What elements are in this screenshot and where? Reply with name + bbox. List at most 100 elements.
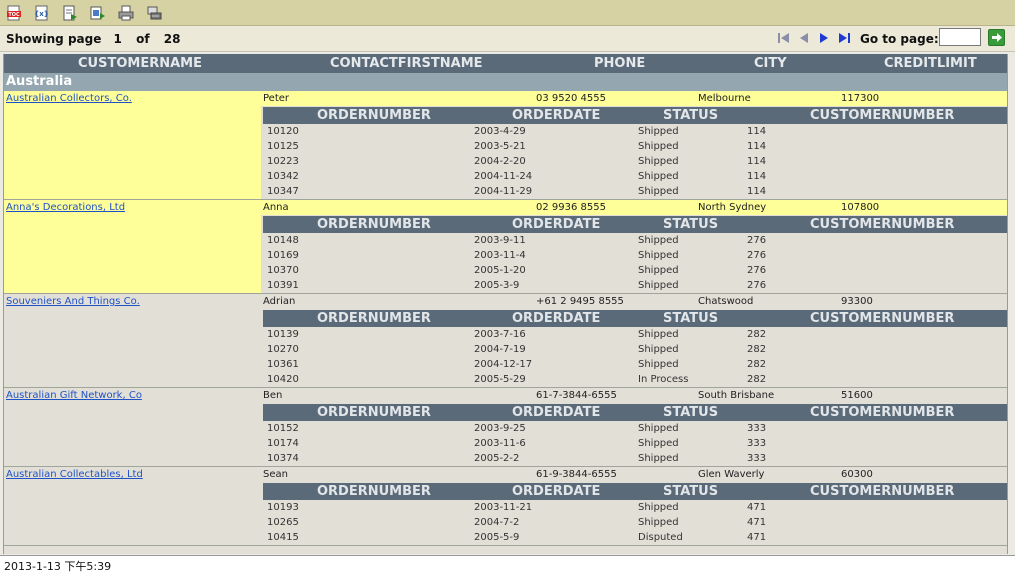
export-data-icon[interactable]: {x} bbox=[34, 5, 50, 21]
order-row: 10370 2005-1-20 Shipped 276 bbox=[263, 263, 1007, 278]
customer-name-cell: Australian Collectors, Co. bbox=[4, 91, 261, 199]
order-row: 10415 2005-5-9 Disputed 471 bbox=[263, 530, 1007, 545]
customer-city: Melbourne bbox=[698, 93, 751, 104]
customer-contact: Anna bbox=[263, 202, 289, 213]
footer: 2013-1-13 下午5:39 bbox=[0, 555, 1015, 576]
order-row: 10361 2004-12-17 Shipped 282 bbox=[263, 357, 1007, 372]
customer-block: Australian Gift Network, Co Ben 61-7-3844-… bbox=[4, 388, 1007, 467]
order-num: 10374 bbox=[267, 453, 299, 464]
order-cust: 114 bbox=[747, 126, 767, 137]
print-icon[interactable] bbox=[118, 5, 134, 21]
header-creditlimit: CREDITLIMIT bbox=[884, 56, 977, 71]
order-date: 2005-5-9 bbox=[474, 532, 520, 543]
customer-contact: Peter bbox=[263, 93, 290, 104]
order-row: 10391 2005-3-9 Shipped 276 bbox=[263, 278, 1007, 293]
order-header-ordernumber: ORDERNUMBER bbox=[317, 217, 431, 232]
order-num: 10420 bbox=[267, 374, 299, 385]
customer-credit: 60300 bbox=[841, 469, 873, 480]
goto-page-input[interactable] bbox=[939, 28, 981, 46]
header-city: CITY bbox=[754, 56, 787, 71]
customer-name-cell: Anna's Decorations, Ltd bbox=[4, 200, 261, 293]
order-cust: 471 bbox=[747, 502, 767, 513]
order-status: Shipped bbox=[638, 235, 679, 246]
order-status: Shipped bbox=[638, 344, 679, 355]
order-row: 10374 2005-2-2 Shipped 333 bbox=[263, 451, 1007, 466]
order-date: 2003-11-21 bbox=[474, 502, 533, 513]
last-page-icon[interactable] bbox=[836, 30, 852, 46]
order-row: 10265 2004-7-2 Shipped 471 bbox=[263, 515, 1007, 530]
order-cust: 282 bbox=[747, 329, 767, 340]
customer-phone: 02 9936 8555 bbox=[536, 202, 606, 213]
order-num: 10223 bbox=[267, 156, 299, 167]
print-server-icon[interactable] bbox=[146, 5, 162, 21]
order-status: Shipped bbox=[638, 438, 679, 449]
customer-name-cell: Souveniers And Things Co. bbox=[4, 294, 261, 387]
order-row: 10148 2003-9-11 Shipped 276 bbox=[263, 233, 1007, 248]
order-cust: 114 bbox=[747, 171, 767, 182]
order-num: 10152 bbox=[267, 423, 299, 434]
customer-row: Peter 03 9520 4555 Melbourne 117300 bbox=[261, 91, 1007, 106]
arrow-right-icon bbox=[992, 33, 1002, 42]
order-header-status: STATUS bbox=[663, 108, 719, 123]
order-row: 10223 2004-2-20 Shipped 114 bbox=[263, 154, 1007, 169]
order-header-orderdate: ORDERDATE bbox=[512, 311, 601, 326]
order-status: Shipped bbox=[638, 502, 679, 513]
order-date: 2003-9-11 bbox=[474, 235, 526, 246]
customer-phone: +61 2 9495 8555 bbox=[536, 296, 624, 307]
order-status: Shipped bbox=[638, 186, 679, 197]
order-row: 10139 2003-7-16 Shipped 282 bbox=[263, 327, 1007, 342]
order-status: Shipped bbox=[638, 265, 679, 276]
order-date: 2004-11-29 bbox=[474, 186, 533, 197]
customer-name-link[interactable]: Australian Gift Network, Co bbox=[6, 390, 142, 401]
order-header-status: STATUS bbox=[663, 484, 719, 499]
order-date: 2003-11-4 bbox=[474, 250, 526, 261]
toc-icon[interactable]: TOC bbox=[6, 5, 22, 21]
order-num: 10415 bbox=[267, 532, 299, 543]
export-report-icon[interactable] bbox=[62, 5, 78, 21]
order-num: 10342 bbox=[267, 171, 299, 182]
order-date: 2004-7-19 bbox=[474, 344, 526, 355]
customer-name-link[interactable]: Australian Collectors, Co. bbox=[6, 93, 132, 104]
order-cust: 282 bbox=[747, 374, 767, 385]
order-header-status: STATUS bbox=[663, 405, 719, 420]
order-row: 10193 2003-11-21 Shipped 471 bbox=[263, 500, 1007, 515]
next-page-icon[interactable] bbox=[816, 30, 832, 46]
customer-name-link[interactable]: Australian Collectables, Ltd bbox=[6, 469, 143, 480]
order-cust: 276 bbox=[747, 280, 767, 291]
order-date: 2005-5-29 bbox=[474, 374, 526, 385]
order-date: 2003-7-16 bbox=[474, 329, 526, 340]
order-cust: 282 bbox=[747, 359, 767, 370]
svg-text:TOC: TOC bbox=[8, 12, 20, 18]
order-status: Shipped bbox=[638, 171, 679, 182]
previous-page-icon[interactable] bbox=[796, 30, 812, 46]
customer-phone: 03 9520 4555 bbox=[536, 93, 606, 104]
first-page-icon[interactable] bbox=[776, 30, 792, 46]
table-header: CUSTOMERNAME CONTACTFIRSTNAME PHONE CITY… bbox=[4, 54, 1007, 73]
order-header-customernumber: CUSTOMERNUMBER bbox=[810, 311, 955, 326]
order-header: ORDERNUMBER ORDERDATE STATUS CUSTOMERNUMBER bbox=[263, 310, 1007, 327]
order-header: ORDERNUMBER ORDERDATE STATUS CUSTOMERNUMBER bbox=[263, 216, 1007, 233]
order-header-status: STATUS bbox=[663, 311, 719, 326]
customer-name-link[interactable]: Anna's Decorations, Ltd bbox=[6, 202, 125, 213]
current-page: 1 bbox=[113, 32, 122, 46]
order-row: 10169 2003-11-4 Shipped 276 bbox=[263, 248, 1007, 263]
order-date: 2003-9-25 bbox=[474, 423, 526, 434]
goto-label: Go to page: bbox=[860, 32, 939, 46]
go-button[interactable] bbox=[988, 29, 1005, 46]
header-contactfirstname: CONTACTFIRSTNAME bbox=[330, 56, 483, 71]
customer-name-link[interactable]: Souveniers And Things Co. bbox=[6, 296, 140, 307]
customer-contact: Sean bbox=[263, 469, 288, 480]
order-num: 10270 bbox=[267, 344, 299, 355]
order-num: 10139 bbox=[267, 329, 299, 340]
customer-credit: 51600 bbox=[841, 390, 873, 401]
order-cust: 276 bbox=[747, 235, 767, 246]
export-content-icon[interactable] bbox=[90, 5, 106, 21]
showing-label: Showing page bbox=[6, 32, 102, 46]
order-num: 10265 bbox=[267, 517, 299, 528]
order-status: Shipped bbox=[638, 329, 679, 340]
customer-row: Anna 02 9936 8555 North Sydney 107800 bbox=[261, 200, 1007, 215]
order-date: 2003-11-6 bbox=[474, 438, 526, 449]
order-cust: 282 bbox=[747, 344, 767, 355]
page-status: Showing page 1 of 28 bbox=[6, 32, 184, 46]
customer-name-cell: Australian Gift Network, Co bbox=[4, 388, 261, 466]
